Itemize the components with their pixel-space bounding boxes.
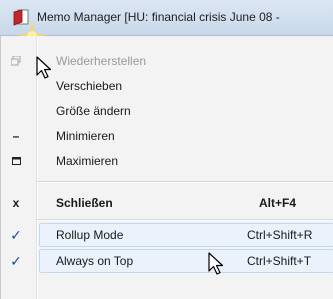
minimize-icon: – [12, 129, 20, 143]
menu-item-label: Verschieben [56, 79, 123, 93]
menu-item-label: Größe ändern [56, 104, 131, 118]
mouse-cursor-icon [36, 56, 52, 79]
menu-item-maximize[interactable]: Maximieren [1, 148, 333, 174]
menu-item-always-on-top[interactable]: ✓ Always on Top Ctrl+Shift+T [1, 248, 333, 274]
menu-item-rollup-mode[interactable]: ✓ Rollup Mode Ctrl+Shift+R [1, 222, 333, 248]
menu-item-label: Minimieren [56, 129, 115, 143]
maximize-icon [1, 148, 31, 174]
menu-item-shortcut: Ctrl+Shift+T [247, 254, 312, 268]
close-icon: x [12, 196, 20, 210]
mouse-cursor-icon [208, 252, 224, 275]
check-icon: ✓ [10, 227, 22, 243]
menu-item-label: Wiederherstellen [56, 54, 147, 68]
menu-item-shortcut: Ctrl+Shift+R [247, 228, 313, 242]
window-title: Memo Manager [HU: financial crisis June … [37, 10, 280, 24]
menu-separator [37, 219, 333, 221]
menu-separator [37, 181, 333, 183]
menu-item-resize[interactable]: Größe ändern [1, 98, 333, 124]
menu-item-label: Schließen [56, 196, 113, 210]
menu-item-label: Maximieren [56, 154, 119, 168]
restore-icon [1, 48, 31, 74]
menu-item-close[interactable]: x Schließen Alt+F4 [1, 190, 333, 216]
menu-item-label: Always on Top [56, 254, 134, 268]
menu-item-shortcut: Alt+F4 [259, 196, 297, 210]
menu-item-label: Rollup Mode [56, 228, 124, 242]
menu-item-minimize[interactable]: – Minimieren [1, 123, 333, 149]
check-icon: ✓ [10, 253, 22, 269]
